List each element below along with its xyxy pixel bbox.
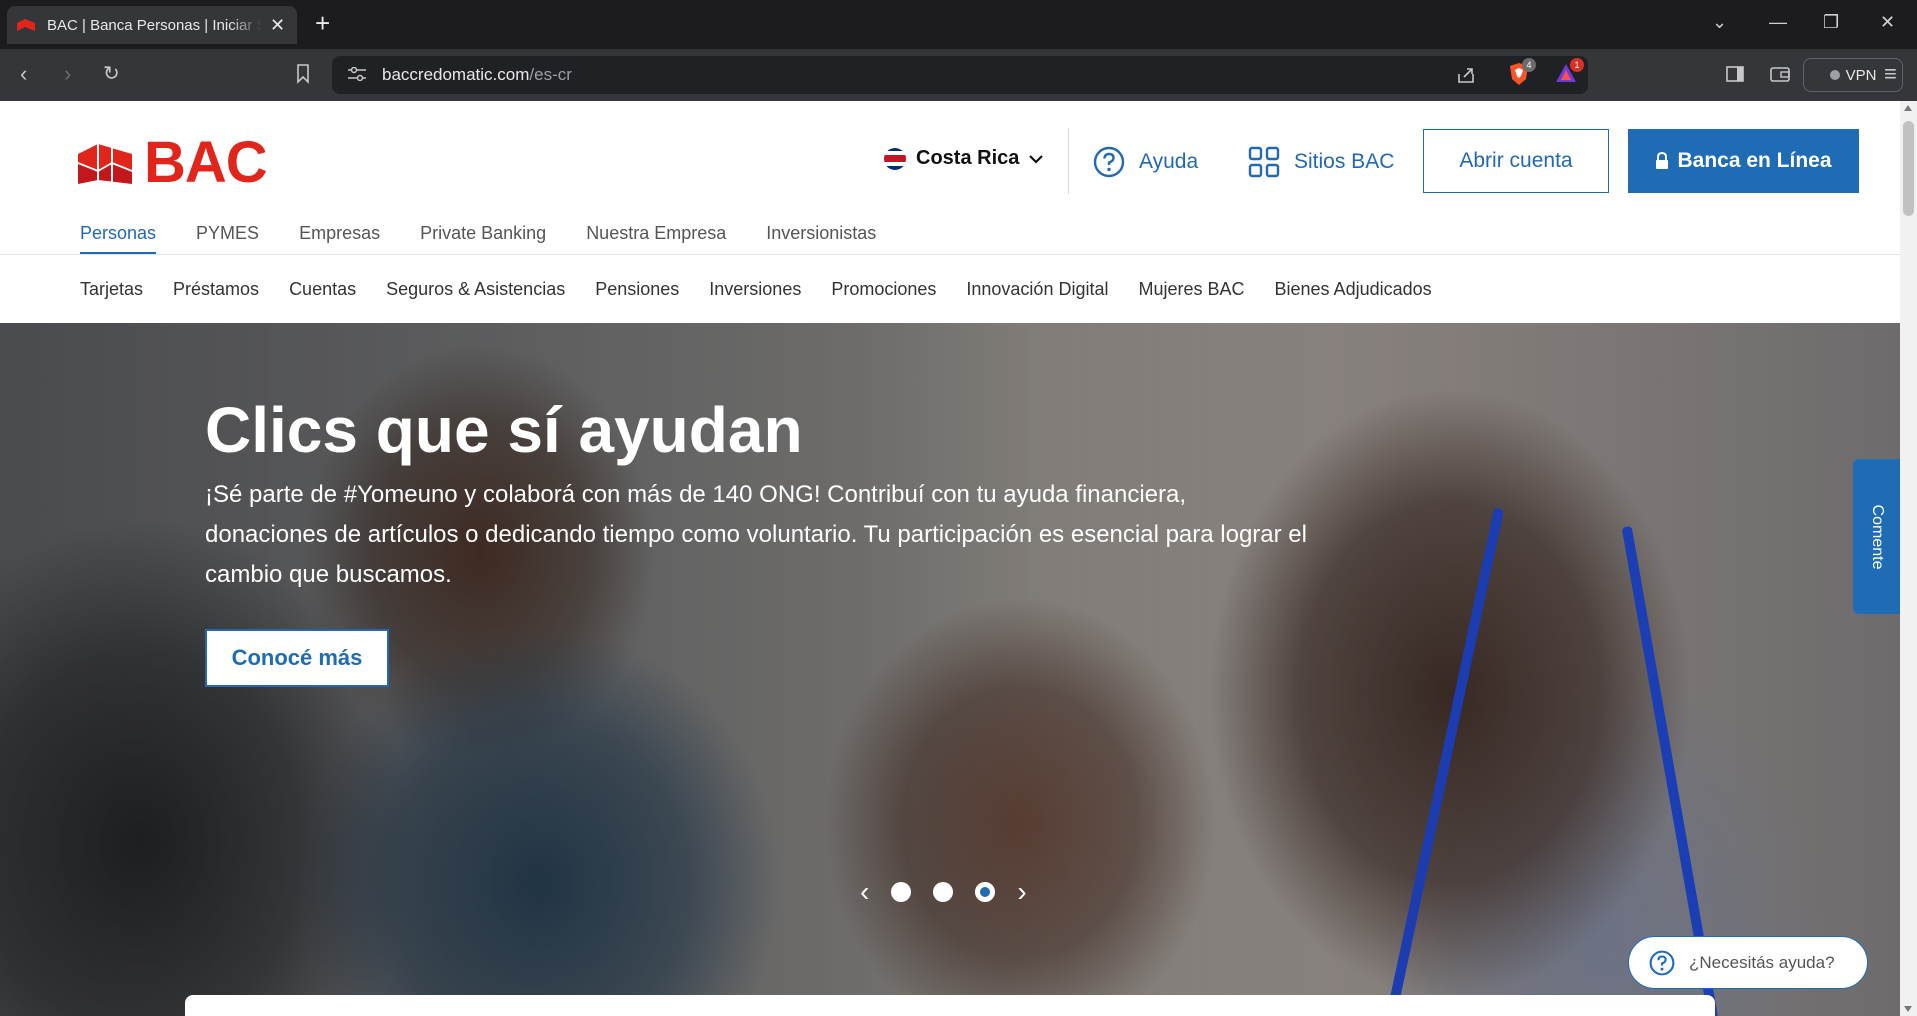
question-circle-icon <box>1093 146 1125 178</box>
country-label: Costa Rica <box>916 147 1020 169</box>
restore-icon[interactable]: ❐ <box>1823 12 1839 33</box>
costa-rica-flag-icon <box>884 147 906 170</box>
forward-icon[interactable]: › <box>64 63 71 85</box>
nav-pymes[interactable]: PYMES <box>196 223 259 254</box>
hero-title: Clics que sí ayudan <box>205 394 803 466</box>
subnav-pensiones[interactable]: Pensiones <box>595 279 679 300</box>
sidebar-icon[interactable] <box>1726 65 1744 83</box>
bac-favicon-icon <box>17 19 35 31</box>
scroll-down-icon[interactable] <box>1904 1006 1912 1012</box>
bac-logo[interactable]: BAC <box>78 130 268 195</box>
carousel-dot-1[interactable] <box>891 882 912 902</box>
site-settings-icon[interactable] <box>348 67 366 81</box>
brave-shields-icon[interactable]: 4 <box>1508 58 1536 91</box>
window-close-icon[interactable]: ✕ <box>1880 12 1895 33</box>
tab-search-icon[interactable]: ⌄ <box>1712 12 1727 33</box>
carousel-next-icon[interactable]: › <box>1017 878 1026 906</box>
wallet-icon[interactable] <box>1770 65 1790 83</box>
minimize-icon[interactable]: — <box>1769 12 1787 33</box>
carousel-dot-2[interactable] <box>933 882 954 902</box>
open-account-button[interactable]: Abrir cuenta <box>1423 129 1609 193</box>
web-page: BAC Costa Rica Ayuda Sitios BAC Abrir cu… <box>0 101 1900 1016</box>
nav-private-banking[interactable]: Private Banking <box>420 223 546 254</box>
subnav-cuentas[interactable]: Cuentas <box>289 279 356 300</box>
browser-tab[interactable]: BAC | Banca Personas | Iniciar Sesión ✕ <box>7 6 297 44</box>
help-chat-button[interactable]: ¿Necesitás ayuda? <box>1628 936 1868 989</box>
online-banking-label: Banca en Línea <box>1677 149 1832 172</box>
country-selector[interactable]: Costa Rica <box>884 147 1044 170</box>
back-icon[interactable]: ‹ <box>20 63 27 85</box>
header-divider <box>1068 128 1069 194</box>
subnav-innovacion-digital[interactable]: Innovación Digital <box>966 279 1108 300</box>
shields-count-badge: 4 <box>1522 58 1536 72</box>
grid-icon <box>1248 146 1280 178</box>
question-circle-icon <box>1649 950 1675 975</box>
nav-empresas[interactable]: Empresas <box>299 223 380 254</box>
segment-nav: Personas PYMES Empresas Private Banking … <box>80 223 876 254</box>
hero-description: ¡Sé parte de #Yomeuno y colaborá con más… <box>205 481 1307 588</box>
nav-personas[interactable]: Personas <box>80 223 157 254</box>
rewards-count-badge: 1 <box>1570 58 1584 72</box>
bac-sites-label: Sitios BAC <box>1294 150 1395 173</box>
learn-more-button[interactable]: Conocé más <box>205 629 389 687</box>
tab-title: BAC | Banca Personas | Iniciar Sesión <box>47 16 262 34</box>
subnav-promociones[interactable]: Promociones <box>831 279 936 300</box>
address-bar[interactable]: baccredomatic.com/es-cr 4 1 <box>332 56 1588 94</box>
content-card <box>185 995 1715 1016</box>
help-label: Ayuda <box>1139 150 1199 173</box>
nav-inversionistas[interactable]: Inversionistas <box>766 223 876 254</box>
scrollbar-thumb[interactable] <box>1903 121 1914 216</box>
browser-toolbar: ‹ › ↻ baccredomatic.com/es-cr 4 1 VPN ≡ <box>0 49 1917 101</box>
help-chat-label: ¿Necesitás ayuda? <box>1689 952 1835 972</box>
hero-banner: Clics que sí ayudan ¡Sé parte de #Yomeun… <box>0 323 1900 1016</box>
subnav-seguros[interactable]: Seguros & Asistencias <box>386 279 565 300</box>
subnav-inversiones[interactable]: Inversiones <box>709 279 801 300</box>
subnav-mujeres-bac[interactable]: Mujeres BAC <box>1138 279 1244 300</box>
subnav-bienes-adjudicados[interactable]: Bienes Adjudicados <box>1275 279 1432 300</box>
subnav-prestamos[interactable]: Préstamos <box>173 279 259 300</box>
carousel-prev-icon[interactable]: ‹ <box>860 878 869 906</box>
vpn-status-icon <box>1829 70 1840 80</box>
scroll-up-icon[interactable] <box>1904 105 1912 111</box>
help-link[interactable]: Ayuda <box>1093 146 1198 178</box>
new-tab-button[interactable]: + <box>315 10 330 36</box>
share-icon[interactable] <box>1456 66 1476 84</box>
menu-icon[interactable]: ≡ <box>1884 61 1897 87</box>
nav-divider <box>0 254 1900 255</box>
nav-nuestra-empresa[interactable]: Nuestra Empresa <box>586 223 726 254</box>
feedback-label: Comente <box>1868 504 1886 569</box>
online-banking-button[interactable]: Banca en Línea <box>1628 129 1859 193</box>
bac-logo-text: BAC <box>144 130 268 195</box>
carousel-controls: ‹ › <box>860 878 1027 906</box>
vpn-label: VPN <box>1845 66 1877 84</box>
url-text: baccredomatic.com/es-cr <box>382 65 572 84</box>
bookmark-icon[interactable] <box>296 64 310 84</box>
feedback-tab[interactable]: Comente <box>1853 459 1900 614</box>
bac-sites-link[interactable]: Sitios BAC <box>1248 146 1394 178</box>
close-tab-icon[interactable]: ✕ <box>270 15 285 36</box>
browser-tab-bar: BAC | Banca Personas | Iniciar Sesión ✕ … <box>0 0 1917 49</box>
bac-logo-mark-icon <box>78 144 132 184</box>
page-scrollbar[interactable] <box>1900 101 1917 1016</box>
carousel-dot-3[interactable] <box>975 882 996 902</box>
product-nav: Tarjetas Préstamos Cuentas Seguros & Asi… <box>80 279 1432 300</box>
lock-icon <box>1656 152 1669 169</box>
subnav-tarjetas[interactable]: Tarjetas <box>80 279 143 300</box>
reload-icon[interactable]: ↻ <box>103 63 120 85</box>
chevron-down-icon <box>1029 154 1044 164</box>
brave-rewards-icon[interactable]: 1 <box>1554 58 1584 89</box>
